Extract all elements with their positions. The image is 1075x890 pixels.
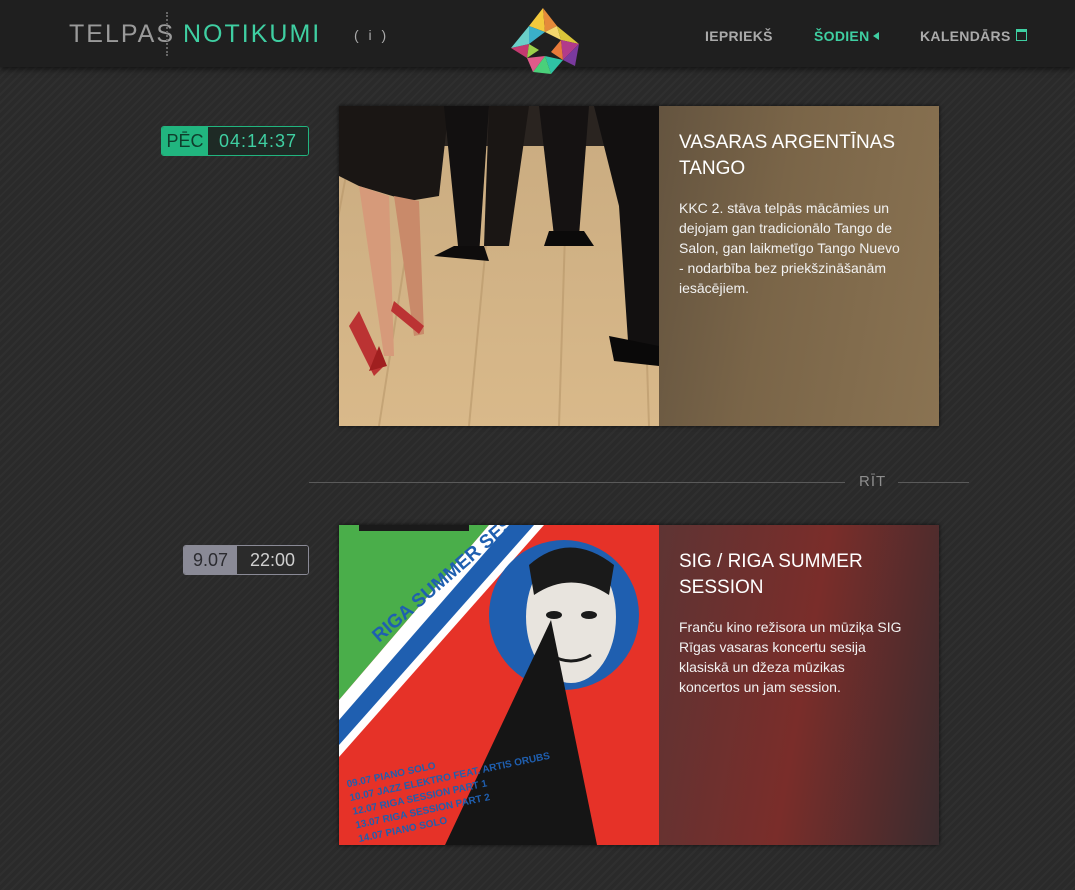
- nav-today[interactable]: ŠODIEN: [814, 28, 880, 44]
- date-time-badge: 9.07 22:00: [183, 545, 309, 575]
- top-bar: TELPAS NOTIKUMI ( i ) IEPRIEKŠ ŠODIEN KA…: [0, 0, 1075, 74]
- info-button[interactable]: ( i ): [354, 27, 389, 43]
- triangle-left-icon: [873, 32, 880, 40]
- brand-telpas-link[interactable]: TELPAS: [69, 20, 175, 49]
- day-separator: RĪT: [309, 473, 969, 490]
- event-description: KKC 2. stāva telpās mācāmies un dejojam …: [679, 200, 900, 296]
- logo-icon[interactable]: [505, 6, 583, 78]
- separator-label: RĪT: [859, 473, 887, 490]
- event-title[interactable]: SIG / RIGA SUMMER SESSION: [679, 549, 909, 601]
- nav-today-label: ŠODIEN: [814, 28, 870, 44]
- event-card-sig[interactable]: RIGA SUMMER SESSION 09.07 PIANO SOLO 10.…: [339, 525, 939, 845]
- nav-previous[interactable]: IEPRIEKŠ: [705, 28, 773, 44]
- separator-line-right: [898, 482, 969, 483]
- badge-countdown: 04:14:37: [208, 127, 308, 155]
- badge-label: PĒC: [162, 127, 208, 155]
- brand-divider: [166, 12, 168, 56]
- event-title[interactable]: VASARAS ARGENTĪNAS TANGO: [679, 130, 909, 182]
- nav-calendar-label: KALENDĀRS: [920, 28, 1011, 44]
- event-image-poster: RIGA SUMMER SESSION 09.07 PIANO SOLO 10.…: [339, 525, 659, 845]
- calendar-icon: [1015, 29, 1027, 41]
- countdown-badge: PĒC 04:14:37: [161, 126, 309, 156]
- separator-line-left: [309, 482, 845, 483]
- badge-time: 22:00: [237, 546, 308, 574]
- event-description: Franču kino režisora un mūziķa SIG Rīgas…: [679, 619, 902, 695]
- nav-calendar[interactable]: KALENDĀRS: [920, 28, 1027, 44]
- event-image-tango: [339, 106, 659, 426]
- brand-notikumi-link[interactable]: NOTIKUMI: [183, 20, 321, 49]
- event-card-tango[interactable]: VASARAS ARGENTĪNAS TANGO KKC 2. stāva te…: [339, 106, 939, 426]
- badge-date: 9.07: [184, 546, 237, 574]
